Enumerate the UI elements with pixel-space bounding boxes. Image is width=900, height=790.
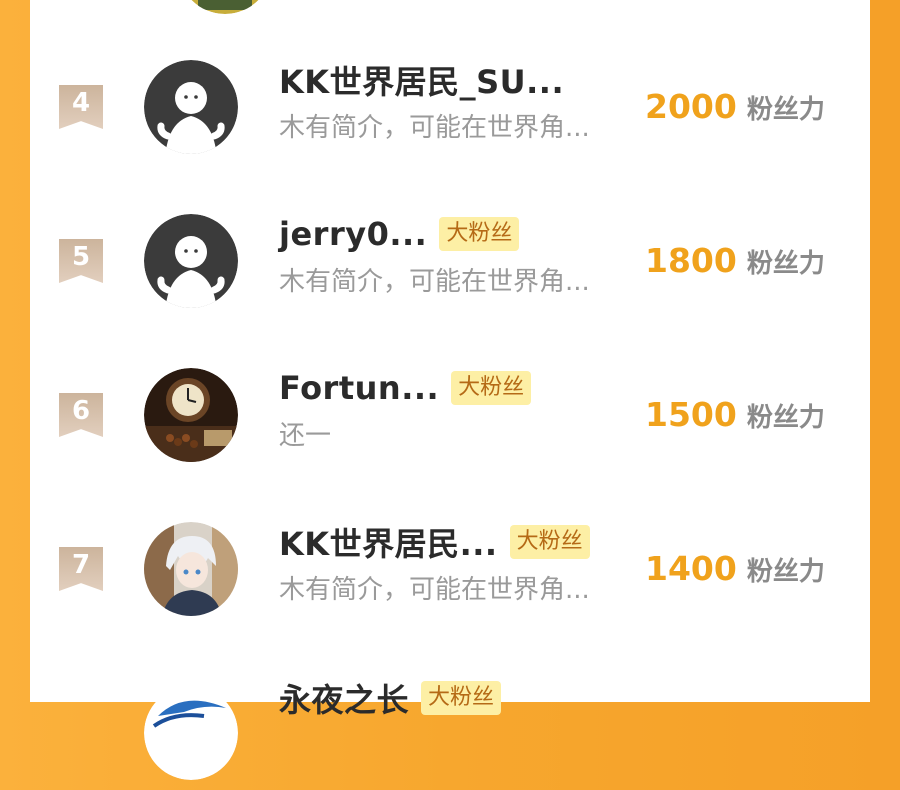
blue-globe-avatar[interactable] <box>144 686 238 780</box>
user-name[interactable]: KK世界居民... <box>279 519 498 565</box>
user-bio: 还一 <box>279 421 332 451</box>
rank-badge: 5 <box>59 239 103 283</box>
fan-power-score: 2000 粉丝力 <box>645 87 825 126</box>
previous-user-avatar[interactable] <box>178 0 272 14</box>
fan-power-score: 1500 粉丝力 <box>645 395 825 434</box>
big-fan-badge: 大粉丝 <box>421 681 502 715</box>
rank-badge: 4 <box>59 85 103 129</box>
list-item[interactable]: 7 KK世界居民... 大粉丝 木有简介，可能在世界角... 1400 粉丝力 <box>30 516 870 636</box>
default-avatar[interactable] <box>144 60 238 154</box>
fan-power-score: 1400 粉丝力 <box>645 549 825 588</box>
list-item[interactable]: 永夜之长 大粉丝 <box>30 670 870 790</box>
list-item[interactable]: 4 KK世界居民_SU... 木有简介，可能在世界角... 2000 粉丝力 <box>30 54 870 174</box>
score-unit: 粉丝力 <box>746 403 825 433</box>
score-value: 1500 <box>645 395 737 434</box>
list-item[interactable]: 6 Fortun... 大粉丝 还一 1500 粉丝力 <box>30 362 870 482</box>
name-line: jerry0... 大粉丝 <box>279 212 520 256</box>
fan-power-score: 1800 粉丝力 <box>645 241 825 280</box>
big-fan-badge: 大粉丝 <box>439 217 520 251</box>
name-line: Fortun... 大粉丝 <box>279 366 532 410</box>
score-value: 2000 <box>645 87 737 126</box>
rank-badge: 6 <box>59 393 103 437</box>
clock-photo-avatar[interactable] <box>144 368 238 462</box>
score-unit: 粉丝力 <box>746 95 825 125</box>
name-line: KK世界居民... 大粉丝 <box>279 520 590 564</box>
user-bio: 木有简介，可能在世界角... <box>279 267 590 297</box>
user-name[interactable]: jerry0... <box>279 215 427 253</box>
name-line: 永夜之长 大粉丝 <box>279 675 502 721</box>
user-name[interactable]: 永夜之长 <box>279 675 409 721</box>
list-item[interactable]: 5 jerry0... 大粉丝 木有简介，可能在世界角... 1800 粉丝力 <box>30 208 870 328</box>
anime-character-avatar[interactable] <box>144 522 238 616</box>
big-fan-badge: 大粉丝 <box>451 371 532 405</box>
user-bio: 木有简介，可能在世界角... <box>279 113 590 143</box>
leaderboard-panel: 4 KK世界居民_SU... 木有简介，可能在世界角... 2000 粉丝力 5 <box>30 0 870 780</box>
rank-badge: 7 <box>59 547 103 591</box>
big-fan-badge: 大粉丝 <box>509 525 590 559</box>
default-avatar[interactable] <box>144 214 238 308</box>
score-unit: 粉丝力 <box>746 249 825 279</box>
user-name[interactable]: KK世界居民_SU... <box>279 57 564 103</box>
user-bio: 木有简介，可能在世界角... <box>279 575 590 605</box>
score-unit: 粉丝力 <box>746 557 825 587</box>
user-name[interactable]: Fortun... <box>279 369 439 407</box>
name-line: KK世界居民_SU... <box>279 58 564 102</box>
score-value: 1800 <box>645 241 737 280</box>
score-value: 1400 <box>645 549 737 588</box>
